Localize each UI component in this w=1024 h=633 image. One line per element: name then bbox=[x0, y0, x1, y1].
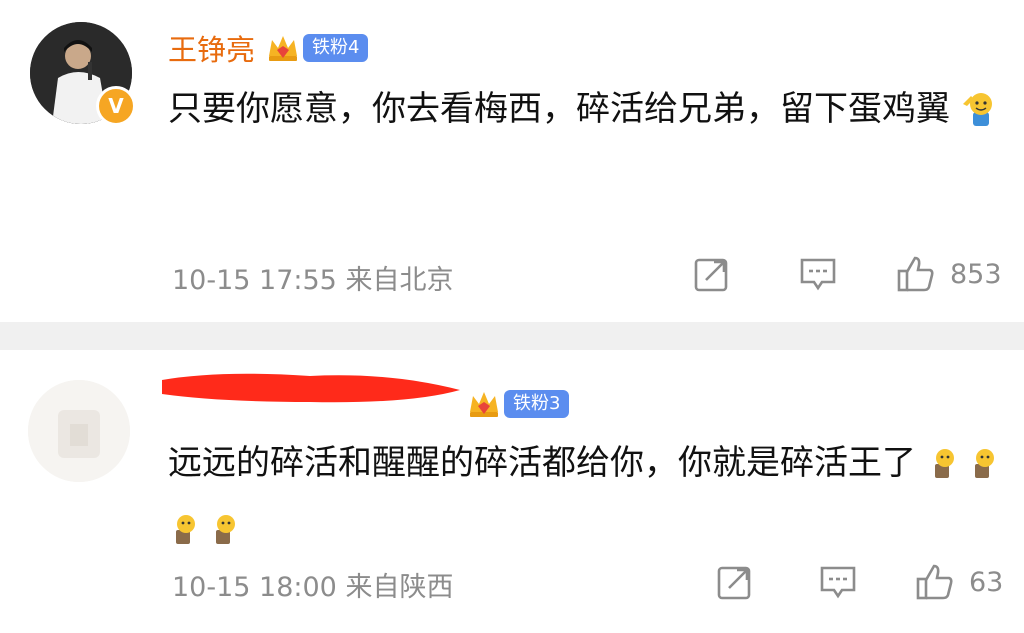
username[interactable]: 王铮亮 bbox=[168, 27, 255, 69]
doge-emoji-icon bbox=[176, 515, 195, 544]
like-button[interactable]: 853 bbox=[896, 254, 1002, 294]
like-count: 853 bbox=[950, 258, 1002, 290]
comment-location: 来自陕西 bbox=[345, 572, 454, 603]
comment-item: 铁粉3 远远的碎活和醒醒的碎活都给你，你就是碎活王了 10-15 18:00 来… bbox=[0, 350, 1024, 633]
salute-emoji-icon bbox=[962, 93, 992, 126]
like-button[interactable]: 63 bbox=[915, 562, 1003, 602]
reply-button[interactable] bbox=[818, 562, 858, 602]
comment-time: 10-15 17:55 bbox=[172, 265, 337, 296]
comment-item: V 王铮亮 铁粉4 只要你愿意，你去看梅西，碎活给兄弟，留下蛋鸡翼 10-15 … bbox=[0, 0, 1024, 322]
reply-button[interactable] bbox=[798, 254, 838, 294]
name-row: 铁粉3 bbox=[456, 382, 570, 426]
comment-text: 只要你愿意，你去看梅西，碎活给兄弟，留下蛋鸡翼 bbox=[168, 76, 1008, 142]
verified-badge: V bbox=[96, 86, 136, 126]
share-icon bbox=[694, 258, 728, 292]
repost-button[interactable] bbox=[692, 254, 732, 294]
comment-text-content: 远远的碎活和醒醒的碎活都给你，你就是碎活王了 bbox=[168, 443, 916, 483]
name-row: 王铮亮 铁粉4 bbox=[168, 26, 369, 70]
doge-emoji-icon bbox=[934, 449, 954, 478]
comment-divider bbox=[0, 322, 1024, 350]
doge-emoji-icon bbox=[974, 449, 994, 478]
fan-level-label: 铁粉4 bbox=[303, 34, 369, 62]
crown-icon bbox=[470, 392, 498, 417]
share-icon bbox=[717, 566, 751, 600]
crown-icon bbox=[269, 36, 298, 61]
thumbs-up-icon bbox=[897, 256, 934, 292]
comment-icon bbox=[820, 566, 856, 599]
like-count: 63 bbox=[969, 566, 1004, 598]
fan-level-label: 铁粉3 bbox=[504, 390, 570, 418]
repost-button[interactable] bbox=[715, 562, 755, 602]
doge-emoji-icon bbox=[216, 515, 235, 544]
comment-time: 10-15 18:00 bbox=[172, 572, 337, 603]
fan-badge: 铁粉4 bbox=[265, 30, 369, 66]
fan-badge: 铁粉3 bbox=[466, 386, 570, 422]
thumbs-up-icon bbox=[916, 564, 953, 600]
comment-text: 远远的碎活和醒醒的碎活都给你，你就是碎活王了 bbox=[168, 430, 1008, 562]
comment-meta: 10-15 17:55 来自北京 bbox=[172, 258, 453, 297]
avatar[interactable] bbox=[28, 380, 130, 482]
comment-text-content: 只要你愿意，你去看梅西，碎活给兄弟，留下蛋鸡翼 bbox=[168, 89, 950, 129]
comment-icon bbox=[800, 258, 836, 291]
comment-meta: 10-15 18:00 来自陕西 bbox=[172, 565, 453, 604]
comment-location: 来自北京 bbox=[345, 265, 454, 296]
redaction-mark bbox=[162, 373, 460, 403]
